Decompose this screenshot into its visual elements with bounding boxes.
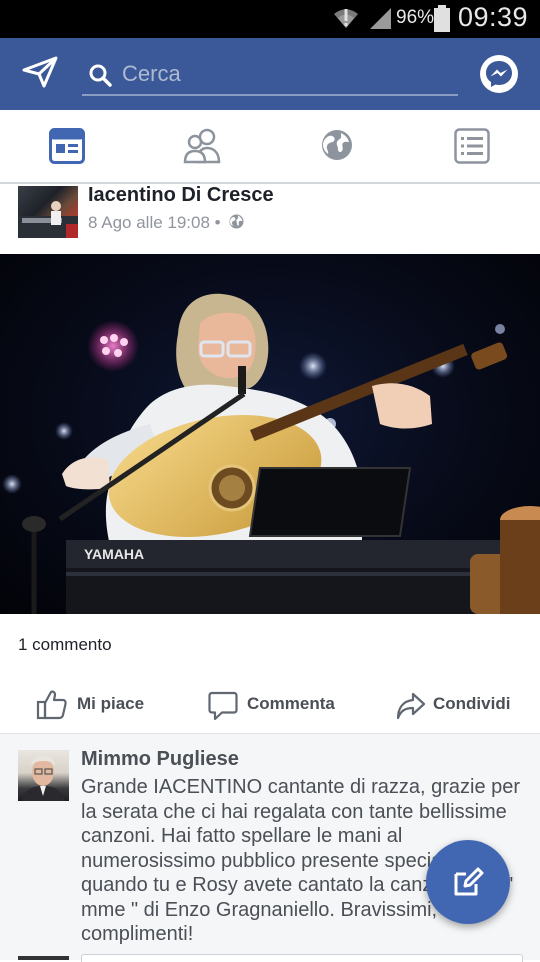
share-label: Condividi (433, 694, 511, 713)
battery-icon (434, 5, 450, 32)
thumbs-up-icon (36, 690, 67, 720)
messenger-glyph-icon (486, 61, 512, 87)
author-avatar[interactable] (18, 186, 78, 238)
commenter-avatar[interactable] (18, 750, 69, 801)
compose-button[interactable] (426, 840, 510, 924)
avatar-photo (18, 201, 78, 238)
send-icon[interactable] (22, 56, 58, 88)
globe-small-icon (229, 214, 244, 229)
compose-icon (454, 867, 484, 896)
post-photo[interactable]: YAMAHA (0, 254, 540, 614)
clock: 09:39 (458, 2, 529, 32)
next-comment-avatar (18, 956, 69, 960)
concert-photo: YAMAHA (2, 293, 540, 614)
friends-icon (183, 128, 221, 164)
post-author[interactable]: Iacentino Di Cresce (88, 184, 274, 207)
tab-menu[interactable] (405, 110, 540, 182)
top-bar (0, 38, 540, 110)
menu-list-icon (454, 128, 490, 164)
like-button[interactable]: Mi piace (36, 672, 156, 734)
search-icon (89, 64, 112, 87)
comment-button[interactable]: Commenta (208, 672, 348, 734)
messenger-icon[interactable] (480, 55, 518, 93)
battery-percent: 96% (396, 7, 435, 28)
like-label: Mi piace (77, 694, 145, 713)
tab-news-feed[interactable] (0, 110, 135, 182)
comment-count[interactable]: 1 commento (18, 635, 112, 655)
signal-icon (370, 8, 391, 29)
next-comment-box (81, 954, 523, 962)
comment-bubble-icon (208, 691, 238, 721)
post-header: Iacentino Di Cresce 8 Ago alle 19:08 • (0, 184, 540, 254)
news-feed-icon (49, 128, 85, 164)
tab-friends[interactable] (135, 110, 270, 182)
share-button[interactable]: Condividi (396, 672, 526, 734)
tab-notifications[interactable] (270, 110, 405, 182)
commenter-photo (22, 756, 65, 801)
post-timestamp: 8 Ago alle 19:08 • (88, 213, 221, 232)
share-arrow-icon (396, 692, 426, 720)
globe-icon (322, 130, 352, 160)
tab-bar (0, 110, 540, 184)
commenter-name[interactable]: Mimmo Pugliese (81, 748, 239, 771)
post-actions: Mi piace Commenta Condividi (0, 672, 540, 734)
wifi-icon (334, 9, 358, 28)
post-meta: 8 Ago alle 19:08 • (88, 213, 244, 233)
comment-label: Commenta (247, 694, 335, 713)
search-box[interactable] (82, 54, 458, 96)
keyboard-brand: YAMAHA (84, 546, 144, 562)
status-bar: 96% 09:39 (0, 0, 540, 38)
search-input[interactable] (122, 58, 442, 90)
